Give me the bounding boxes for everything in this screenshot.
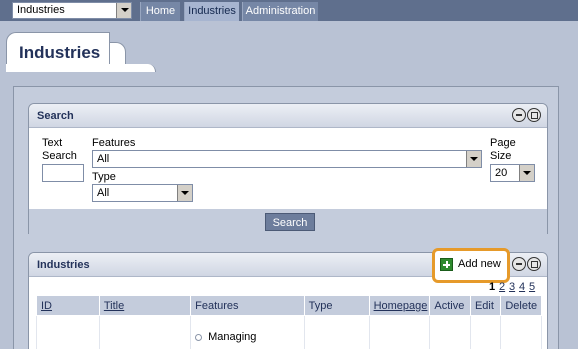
nav-tab-home[interactable]: Home: [140, 2, 180, 21]
search-panel-title: Search: [37, 110, 74, 122]
page-size-select[interactable]: 20: [490, 164, 535, 182]
pager-page-2[interactable]: 2: [499, 281, 505, 293]
page-tab-fold: [108, 42, 126, 66]
add-icon: [440, 258, 453, 271]
search-button[interactable]: Search: [265, 213, 315, 231]
chevron-down-icon[interactable]: [116, 3, 131, 18]
collapse-icon[interactable]: [512, 108, 526, 122]
cell-features: Managing: [190, 315, 305, 349]
bullet-icon: [195, 333, 203, 341]
cell-active: [429, 315, 471, 349]
cell-edit: [469, 315, 502, 349]
type-select[interactable]: All: [92, 184, 193, 202]
add-new-button[interactable]: Add new: [432, 248, 510, 283]
pager-page-1: 1: [489, 281, 496, 293]
search-button-bar: Search: [29, 209, 547, 235]
cell-id: [36, 315, 100, 349]
pager-page-5[interactable]: 5: [529, 281, 535, 293]
column-header-homepage[interactable]: Homepage: [368, 295, 431, 316]
module-selector-value: Industries: [17, 4, 65, 16]
column-header-delete: Delete: [500, 295, 542, 316]
chevron-down-icon[interactable]: [466, 151, 481, 167]
page-size-value: 20: [495, 167, 508, 179]
module-selector[interactable]: Industries: [12, 2, 132, 19]
page-title: Industries: [19, 43, 101, 62]
cell-homepage: [368, 315, 431, 349]
column-header-features: Features: [190, 295, 305, 316]
column-header-edit: Edit: [469, 295, 502, 316]
maximize-icon[interactable]: [527, 257, 541, 271]
column-header-title[interactable]: Title: [98, 295, 192, 316]
maximize-icon[interactable]: [527, 108, 541, 122]
table-row: Managing: [36, 315, 542, 349]
add-new-label: Add new: [458, 258, 501, 270]
column-header-type: Type: [303, 295, 370, 316]
chevron-down-icon[interactable]: [519, 165, 534, 181]
pager-page-3[interactable]: 3: [509, 281, 515, 293]
text-search-input[interactable]: [42, 164, 84, 182]
cell-title: [98, 315, 192, 349]
type-label: Type: [92, 171, 116, 183]
type-select-value: All: [97, 187, 110, 199]
column-header-id[interactable]: ID: [36, 295, 100, 316]
collapse-icon[interactable]: [512, 257, 526, 271]
features-label: Features: [92, 137, 136, 149]
nav-tab-industries[interactable]: Industries: [184, 2, 239, 21]
chevron-down-icon[interactable]: [177, 185, 192, 201]
search-panel-header: Search: [29, 104, 547, 128]
nav-tab-administration[interactable]: Administration: [242, 2, 318, 21]
cell-delete: [500, 315, 542, 349]
pager-page-4[interactable]: 4: [519, 281, 525, 293]
industries-table: ID Title Features Type Homepage Active E…: [36, 295, 542, 349]
page-size-label-line2: Size: [490, 150, 512, 162]
features-select[interactable]: All: [92, 150, 482, 168]
features-select-value: All: [97, 153, 110, 165]
table-header-row: ID Title Features Type Homepage Active E…: [36, 295, 542, 316]
top-navigation-bar: Industries Home Industries Administratio…: [0, 0, 578, 21]
feature-item-label: Managing: [208, 331, 257, 343]
search-panel: Search Text Search Features All Type All…: [28, 103, 548, 235]
text-search-label-line2: Search: [42, 150, 77, 162]
column-header-active: Active: [429, 295, 471, 316]
cell-type: [303, 315, 370, 349]
industries-panel-title: Industries: [37, 259, 90, 271]
text-search-label-line1: Text: [42, 137, 63, 149]
page-tab-base: [6, 64, 156, 72]
page-size-label-line1: Page: [490, 137, 516, 149]
